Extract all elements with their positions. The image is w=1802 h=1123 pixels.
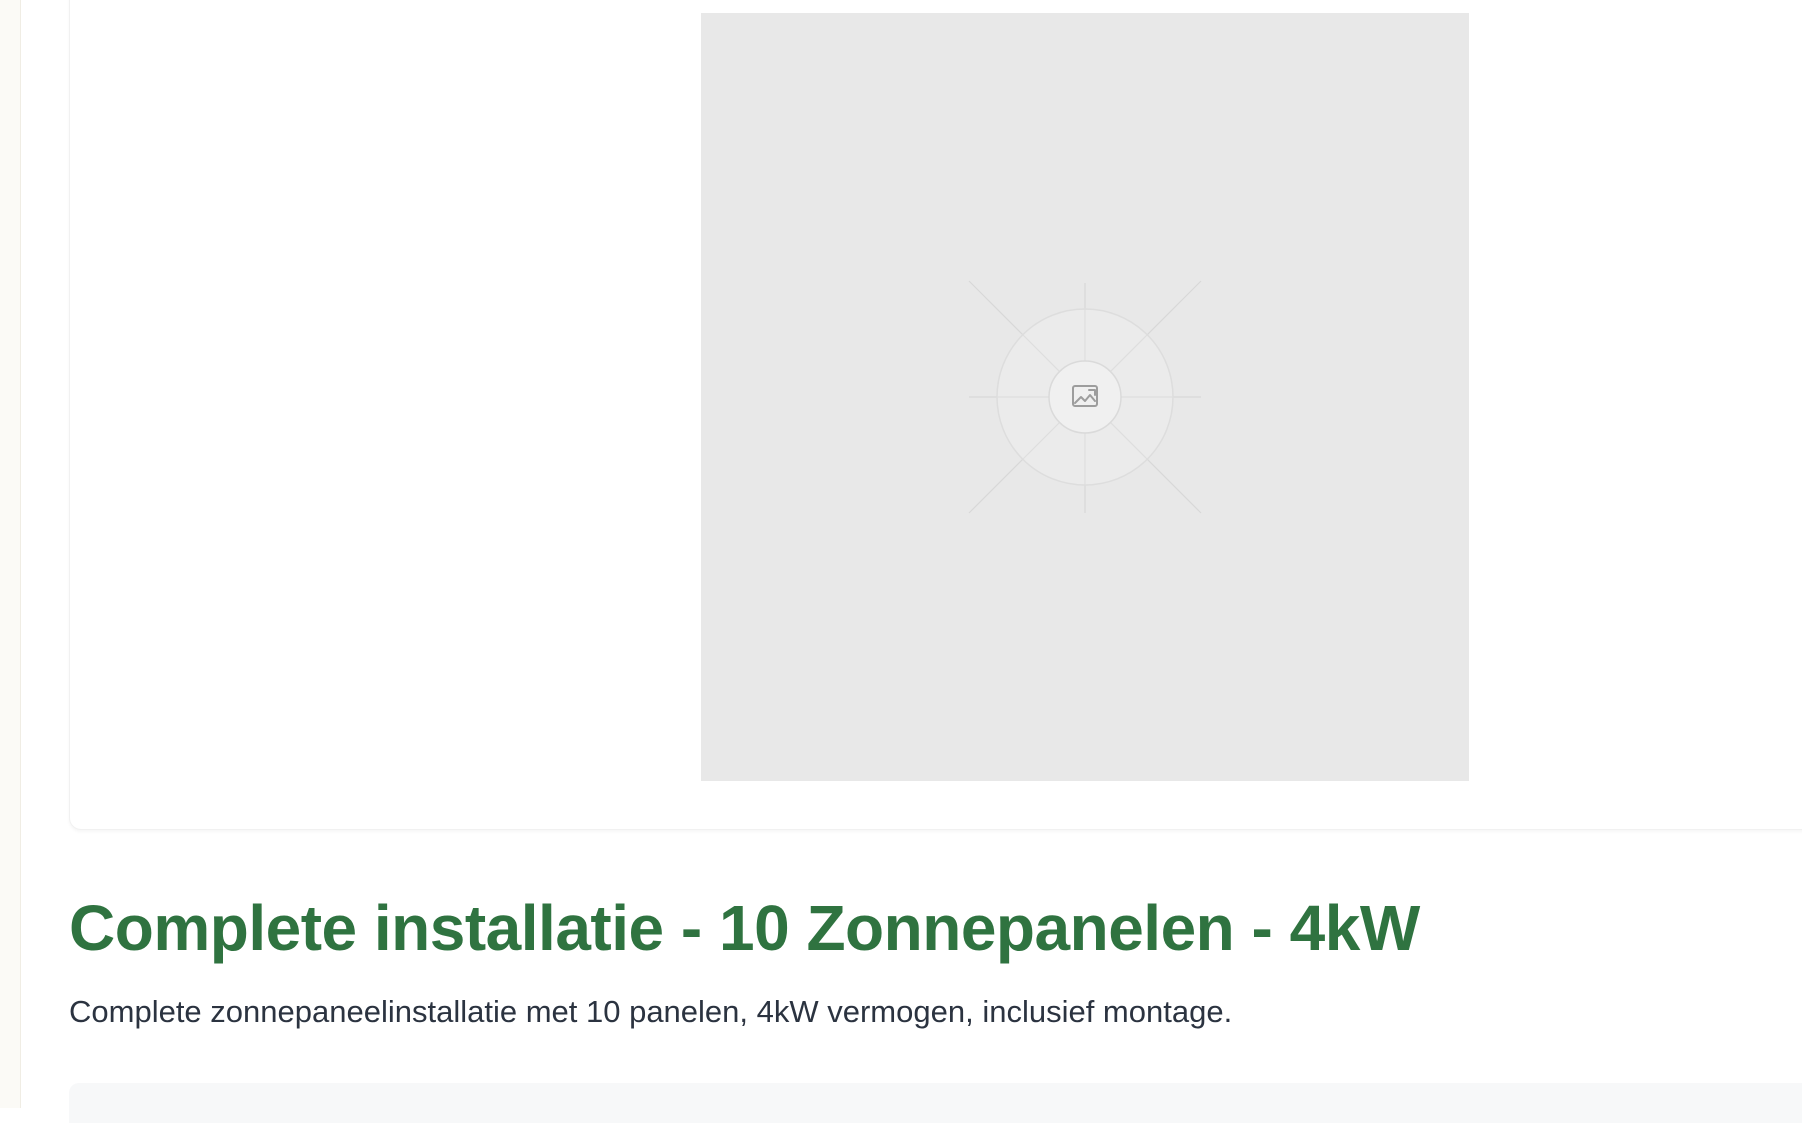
product-image-card bbox=[69, 0, 1802, 830]
product-title: Complete installatie - 10 Zonnepanelen -… bbox=[69, 892, 1420, 964]
product-description: Complete zonnepaneelinstallatie met 10 p… bbox=[69, 994, 1233, 1029]
left-rail bbox=[0, 0, 21, 1108]
details-panel bbox=[69, 1083, 1802, 1123]
product-image-placeholder[interactable] bbox=[701, 13, 1469, 781]
product-page: Complete installatie - 10 Zonnepanelen -… bbox=[21, 0, 1802, 1123]
image-placeholder-graphic bbox=[968, 280, 1202, 514]
